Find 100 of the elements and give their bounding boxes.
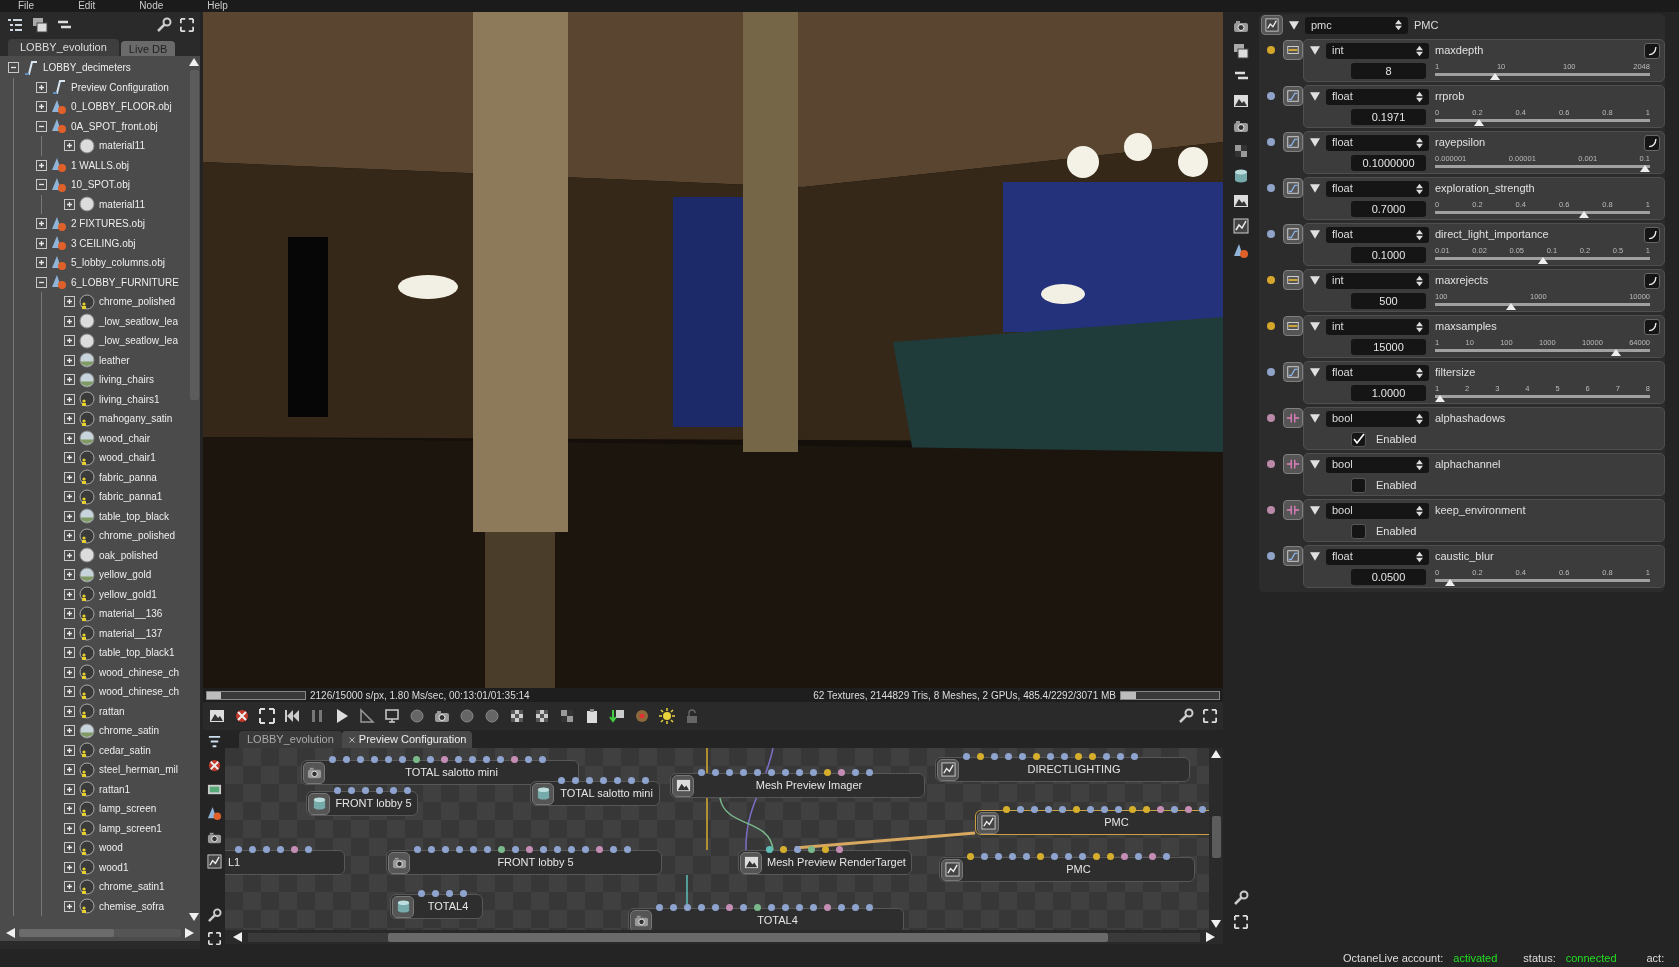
pin[interactable] xyxy=(1059,806,1066,813)
pin[interactable] xyxy=(1079,853,1086,860)
camera-icon[interactable] xyxy=(434,708,450,724)
type-icon-button[interactable] xyxy=(1283,40,1303,60)
expand-toggle[interactable] xyxy=(64,588,75,600)
pin[interactable] xyxy=(329,756,336,763)
graph-node[interactable]: TOTAL4 xyxy=(628,908,904,930)
value-field[interactable]: 1.0000 xyxy=(1351,385,1426,401)
pin[interactable] xyxy=(794,846,801,853)
tree-item-label[interactable]: chrome_satin xyxy=(99,723,160,739)
pin[interactable] xyxy=(418,890,425,897)
slider-track[interactable] xyxy=(1435,210,1650,218)
collapse-triangle-icon[interactable] xyxy=(1310,368,1320,377)
pin[interactable] xyxy=(385,756,392,763)
pin[interactable] xyxy=(483,756,490,763)
pin[interactable] xyxy=(824,904,831,911)
pin[interactable] xyxy=(376,787,383,794)
pin[interactable] xyxy=(963,753,970,760)
scrollbar-thumb[interactable] xyxy=(1211,816,1221,858)
pin[interactable] xyxy=(526,846,533,853)
collapse-triangle-icon[interactable] xyxy=(1310,506,1320,515)
node-icon-button[interactable] xyxy=(630,909,652,930)
tree-item-label[interactable]: cedar_satin xyxy=(99,742,151,758)
pin[interactable] xyxy=(428,846,435,853)
graph-node[interactable]: TOTAL salotto mini xyxy=(530,781,660,806)
pin[interactable] xyxy=(1033,753,1040,760)
type-dropdown[interactable]: bool xyxy=(1326,410,1429,427)
sphere-icon[interactable] xyxy=(459,708,475,724)
expand-toggle[interactable] xyxy=(64,530,75,542)
pin[interactable] xyxy=(525,756,532,763)
tree-item-label[interactable]: _low_seatlow_lea xyxy=(99,313,178,329)
chart-icon[interactable] xyxy=(1233,218,1249,234)
pin[interactable] xyxy=(1073,806,1080,813)
mesh-icon[interactable] xyxy=(1233,243,1249,259)
scroll-down-arrow[interactable] xyxy=(1211,920,1221,928)
pin[interactable] xyxy=(456,846,463,853)
value-field[interactable]: 500 xyxy=(1351,293,1426,309)
pin[interactable] xyxy=(1121,853,1128,860)
pin[interactable] xyxy=(698,769,705,776)
pin[interactable] xyxy=(1003,806,1010,813)
pin[interactable] xyxy=(824,769,831,776)
pin[interactable] xyxy=(642,777,649,784)
image-icon[interactable] xyxy=(209,708,225,724)
tab[interactable]: Preview Configuration xyxy=(341,731,473,748)
pin[interactable] xyxy=(1107,853,1114,860)
pin[interactable] xyxy=(1075,753,1082,760)
slider-track[interactable] xyxy=(1435,302,1650,310)
pin[interactable] xyxy=(1031,806,1038,813)
film-icon[interactable] xyxy=(206,782,222,797)
type-dropdown[interactable]: int xyxy=(1326,272,1429,289)
sun-icon[interactable] xyxy=(659,708,675,724)
tree-item-label[interactable]: material11 xyxy=(99,138,145,154)
tree-item-label[interactable]: 6_LOBBY_FURNITURE xyxy=(71,274,179,290)
expand-toggle[interactable] xyxy=(64,354,75,366)
pin[interactable] xyxy=(441,756,448,763)
pin[interactable] xyxy=(1045,806,1052,813)
pin[interactable] xyxy=(1093,853,1100,860)
node-icon-button[interactable] xyxy=(532,782,554,805)
pin[interactable] xyxy=(343,756,350,763)
windows-icon[interactable] xyxy=(32,17,48,33)
type-icon-button[interactable] xyxy=(1283,224,1303,244)
pin[interactable] xyxy=(1171,806,1178,813)
chart-icon[interactable] xyxy=(206,854,222,869)
spinner-arrows-icon[interactable] xyxy=(1416,320,1423,333)
spinner-arrows-icon[interactable] xyxy=(1416,366,1423,379)
pin[interactable] xyxy=(995,853,1002,860)
value-field[interactable]: 0.1000 xyxy=(1351,247,1426,263)
pin[interactable] xyxy=(263,846,270,853)
tree-item-label[interactable]: rattan xyxy=(99,703,125,719)
expand-toggle[interactable] xyxy=(36,237,47,249)
node-icon-button[interactable] xyxy=(388,851,410,874)
value-field[interactable]: 0.1000000 xyxy=(1351,155,1426,171)
pin[interactable] xyxy=(1129,806,1136,813)
menu-item[interactable]: Node xyxy=(139,0,164,12)
tree-item-label[interactable]: wood_chinese_ch xyxy=(99,684,180,700)
pin[interactable] xyxy=(712,769,719,776)
pin[interactable] xyxy=(768,904,775,911)
type-dropdown[interactable]: float xyxy=(1326,226,1429,243)
pin[interactable] xyxy=(348,787,355,794)
expand-toggle[interactable] xyxy=(64,140,75,152)
type-icon-button[interactable] xyxy=(1283,546,1303,566)
node-icon-button[interactable] xyxy=(977,811,999,834)
pin[interactable] xyxy=(442,846,449,853)
node-icon-button[interactable] xyxy=(941,858,963,881)
curve-button[interactable] xyxy=(1644,42,1660,59)
pin[interactable] xyxy=(808,846,815,853)
pin[interactable] xyxy=(558,777,565,784)
spinner-arrows-icon[interactable] xyxy=(1416,228,1423,241)
value-field[interactable]: 0.1971 xyxy=(1351,109,1426,125)
pin[interactable] xyxy=(511,756,518,763)
pin[interactable] xyxy=(277,846,284,853)
collapse-triangle-icon[interactable] xyxy=(1310,414,1320,423)
expand-toggle[interactable] xyxy=(64,783,75,795)
tree-item-label[interactable]: wood1 xyxy=(99,859,129,875)
pin[interactable] xyxy=(371,756,378,763)
fit-icon[interactable] xyxy=(259,708,275,724)
pin[interactable] xyxy=(836,846,843,853)
pin[interactable] xyxy=(726,769,733,776)
expand-toggle[interactable] xyxy=(64,510,75,522)
menu-item[interactable]: File xyxy=(18,0,35,12)
